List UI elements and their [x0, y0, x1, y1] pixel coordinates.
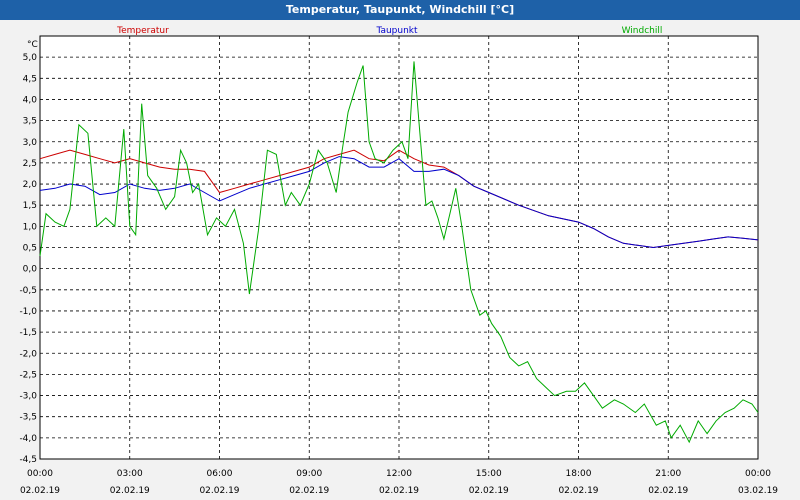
y-tick-label: -1,0: [19, 307, 37, 317]
x-tick-date: 02.02.19: [648, 486, 688, 496]
x-tick-date: 02.02.19: [199, 486, 239, 496]
legend: Temperatur Taupunkt Windchill: [116, 26, 662, 36]
x-tick-time: 09:00: [296, 469, 322, 479]
x-tick-time: 00:00: [745, 469, 771, 479]
y-tick-label: 4,5: [23, 74, 37, 84]
legend-entry-taupunkt: Taupunkt: [375, 26, 418, 36]
x-tick-date: 02.02.19: [379, 486, 419, 496]
x-tick-time: 06:00: [207, 469, 233, 479]
window-title: Temperatur, Taupunkt, Windchill [°C]: [0, 0, 800, 20]
y-tick-label: -2,0: [19, 349, 37, 359]
x-tick-time: 15:00: [476, 469, 502, 479]
y-tick-label: -4,5: [19, 455, 37, 465]
y-tick-label: 0,5: [23, 244, 37, 254]
y-tick-label: -0,5: [19, 286, 37, 296]
legend-entry-windchill: Windchill: [622, 26, 663, 36]
x-tick-date: 02.02.19: [469, 486, 509, 496]
x-tick-time: 12:00: [386, 469, 412, 479]
y-tick-label: -4,0: [19, 434, 37, 444]
y-tick-label: 2,0: [23, 180, 38, 190]
y-axis-unit: °C: [27, 40, 38, 50]
y-tick-label: 1,5: [23, 201, 37, 211]
x-tick-time: 03:00: [117, 469, 143, 479]
x-tick-date: 02.02.19: [20, 486, 60, 496]
x-tick-time: 18:00: [566, 469, 592, 479]
y-tick-label: -3,5: [19, 413, 37, 423]
x-tick-date: 02.02.19: [289, 486, 329, 496]
y-tick-label: -3,0: [19, 392, 37, 402]
y-tick-label: 5,0: [23, 53, 38, 63]
x-tick-date: 02.02.19: [110, 486, 150, 496]
x-tick-time: 21:00: [655, 469, 681, 479]
y-tick-label: -1,5: [19, 328, 37, 338]
chart: 5,0 4,5 4,0 3,5 3,0 2,5 2,0 1,5 1,0 0,5 0,0 -0,5 -1,…: [19, 26, 778, 496]
y-tick-label: 1,0: [23, 222, 38, 232]
x-tick-date: 02.02.19: [558, 486, 598, 496]
x-tick-date: 03.02.19: [738, 486, 778, 496]
y-tick-label: 2,5: [23, 159, 37, 169]
y-tick-label: -2,5: [19, 370, 37, 380]
y-tick-label: 4,0: [23, 95, 38, 105]
y-tick-label: 3,5: [23, 117, 37, 127]
legend-entry-temperatur: Temperatur: [116, 26, 169, 36]
y-tick-label: 3,0: [23, 138, 38, 148]
x-tick-time: 00:00: [27, 469, 53, 479]
y-tick-label: 0,0: [23, 265, 38, 275]
